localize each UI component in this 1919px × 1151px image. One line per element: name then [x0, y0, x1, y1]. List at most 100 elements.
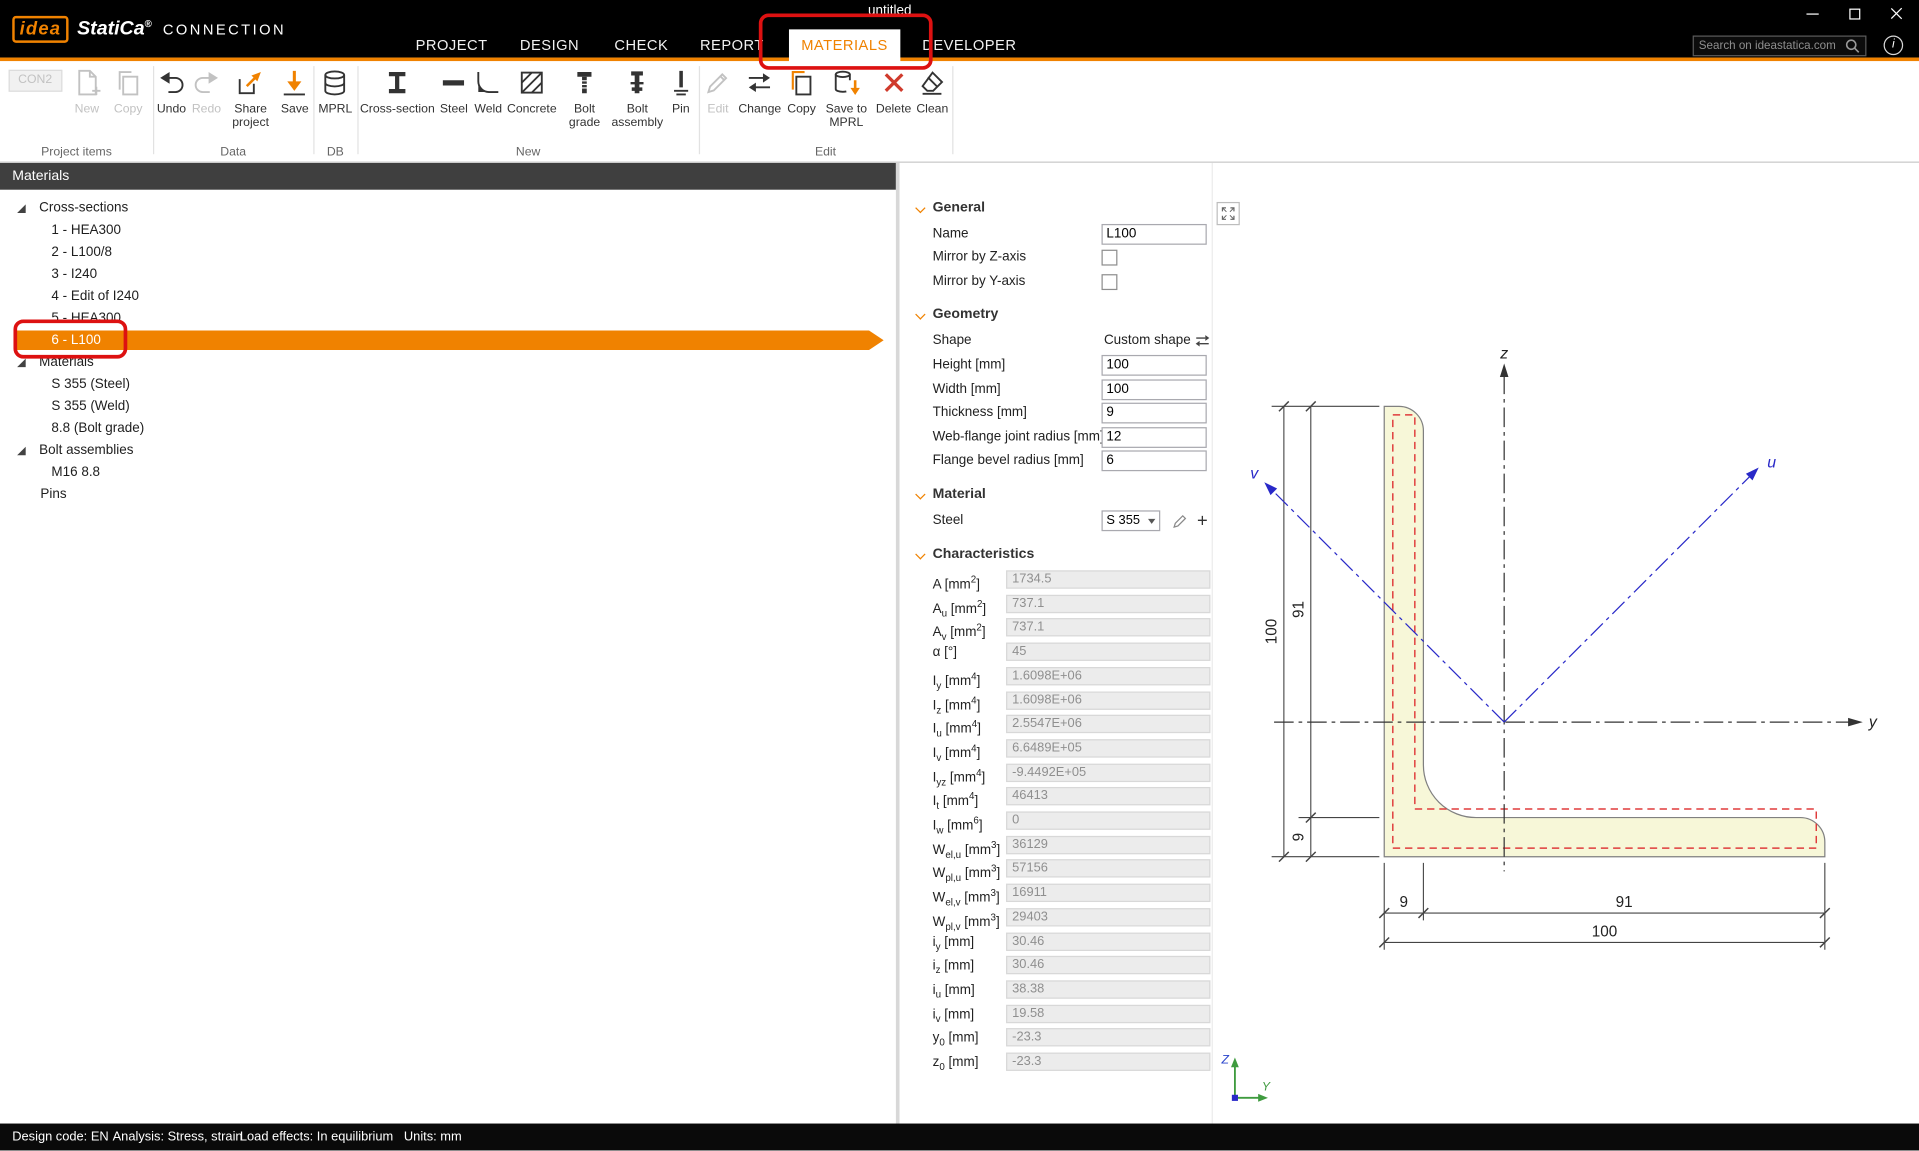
mirror-y-checkbox[interactable]: [1102, 274, 1118, 290]
mprl-button[interactable]: MPRL: [317, 66, 353, 118]
tree-item-label: Bolt assemblies: [39, 443, 133, 458]
section-drawing-canvas[interactable]: 100 91 9 9 91 100 z y u: [1213, 163, 1919, 1124]
tab-project[interactable]: PROJECT: [403, 33, 499, 57]
add-material-icon[interactable]: +: [1197, 510, 1208, 531]
section-header-general[interactable]: General: [900, 199, 1212, 221]
edit-material-icon[interactable]: [1171, 512, 1189, 530]
svg-text:u: u: [1767, 455, 1776, 472]
ribbon-toolbar: CON2NewCopyProject itemsUndoRedoShare pr…: [0, 61, 1919, 163]
bolt-assembly-icon: [622, 67, 653, 101]
ribbon-group-project-items: CON2NewCopyProject items: [0, 61, 153, 161]
tree-item-8-8-bolt-grade[interactable]: 8.8 (Bolt grade): [0, 417, 896, 439]
drawing-area[interactable]: 100 91 9 9 91 100 z y u: [1212, 163, 1919, 1124]
tree-item-m16-8-8[interactable]: M16 8.8: [0, 461, 896, 483]
z-axis: z: [1499, 346, 1508, 872]
web-flange-joint-radius-input[interactable]: 12: [1102, 427, 1207, 448]
char-label-a: A [mm2]: [933, 570, 980, 594]
status-item-load-effects: Load effects: In equilibrium: [240, 1124, 393, 1151]
search-placeholder: Search on ideastatica.com: [1699, 39, 1836, 52]
ribbon-group-label: DB: [313, 146, 357, 159]
close-button[interactable]: [1875, 0, 1917, 27]
change-shape-icon[interactable]: [1193, 333, 1211, 349]
maximize-button[interactable]: [1833, 0, 1875, 27]
save-to-mprl-button[interactable]: Save to MPRL: [821, 66, 872, 132]
char-value-i-y: 1.6098E+06: [1006, 667, 1210, 685]
ribbon-button-label: Save to MPRL: [822, 103, 871, 130]
cross-section-button[interactable]: Cross-section: [359, 66, 436, 118]
search-icon[interactable]: [1844, 38, 1860, 54]
clean-button[interactable]: Clean: [915, 66, 949, 118]
copy-button[interactable]: Copy: [785, 66, 818, 118]
expand-triangle-icon[interactable]: [17, 204, 26, 213]
section-header-characteristics[interactable]: Characteristics: [900, 546, 1212, 568]
expand-triangle-icon[interactable]: [17, 446, 26, 455]
product-name: CONNECTION: [163, 21, 286, 38]
undo-button[interactable]: Undo: [155, 66, 188, 118]
expand-triangle-icon[interactable]: [17, 358, 26, 367]
steel-material-dropdown[interactable]: S 355: [1102, 510, 1161, 531]
char-value-i-v: 19.58: [1006, 1004, 1210, 1022]
ribbon-group-data: UndoRedoShare projectSaveData: [153, 61, 313, 161]
minimize-icon: [1806, 13, 1818, 14]
bolt-grade-button[interactable]: Bolt grade: [559, 66, 610, 132]
svg-text:Y: Y: [1262, 1079, 1271, 1093]
tree-item-2-l100-8[interactable]: 2 - L100/8: [0, 241, 896, 263]
ribbon-group-new: Cross-sectionSteelWeldConcreteBolt grade…: [357, 61, 698, 161]
weld-button[interactable]: Weld: [472, 66, 505, 118]
tree-item-cross-sections[interactable]: Cross-sections: [0, 197, 896, 219]
tab-materials[interactable]: MATERIALS: [789, 29, 900, 64]
web-flange-joint-radius-mm-label: Web-flange joint radius [mm]: [933, 427, 1104, 448]
tree-item-s-355-weld[interactable]: S 355 (Weld): [0, 395, 896, 417]
change-button[interactable]: Change: [737, 66, 782, 118]
help-button[interactable]: i: [1884, 35, 1904, 55]
thickness-input[interactable]: 9: [1102, 403, 1207, 424]
width-input[interactable]: 100: [1102, 379, 1207, 400]
tree-item-1-hea300[interactable]: 1 - HEA300: [0, 219, 896, 241]
char-value-i-t: 46413: [1006, 787, 1210, 805]
pin-button[interactable]: Pin: [664, 66, 697, 118]
minimize-button[interactable]: [1792, 0, 1834, 27]
chevron-down-icon: [915, 549, 925, 559]
tree-item-3-i240[interactable]: 3 - I240: [0, 263, 896, 285]
flange-bevel-radius-input[interactable]: 6: [1102, 451, 1207, 472]
tree-item-pins[interactable]: Pins: [0, 483, 896, 505]
char-label-i-y: iy [mm]: [933, 932, 975, 957]
tree-item-4-edit-of-i240[interactable]: 4 - Edit of I240: [0, 285, 896, 307]
tab-developer[interactable]: DEVELOPER: [910, 33, 1029, 57]
ribbon-button-label: Save: [281, 103, 309, 117]
save-button[interactable]: Save: [278, 66, 311, 118]
copy-project-item-icon: [113, 67, 144, 101]
tree-item-materials[interactable]: Materials: [0, 351, 896, 373]
steel-label: Steel: [933, 510, 964, 531]
char-label-i-z: iz [mm]: [933, 956, 975, 981]
status-item-analysis: Analysis: Stress, strain: [113, 1124, 243, 1151]
copy-project-item-button: Copy: [112, 66, 145, 118]
tab-check[interactable]: CHECK: [602, 33, 680, 57]
delete-button[interactable]: Delete: [875, 66, 913, 118]
tree-item-5-hea300[interactable]: 5 - HEA300: [0, 307, 896, 329]
tree-item-s-355-steel[interactable]: S 355 (Steel): [0, 373, 896, 395]
app-logo: idea StatiCa® CONNECTION: [12, 16, 286, 43]
thickness-mm-label: Thickness [mm]: [933, 403, 1027, 424]
search-input[interactable]: Search on ideastatica.com: [1693, 35, 1867, 56]
mirror-z-checkbox[interactable]: [1102, 250, 1118, 266]
steel-button[interactable]: Steel: [437, 66, 470, 118]
height-input[interactable]: 100: [1102, 355, 1207, 376]
tree-item-6-l100[interactable]: 6 - L100: [0, 329, 896, 351]
tree-item-bolt-assemblies[interactable]: Bolt assemblies: [0, 439, 896, 461]
concrete-button[interactable]: Concrete: [506, 66, 557, 118]
char-value-i-w: 0: [1006, 811, 1210, 829]
selected-item-highlight: [16, 330, 884, 350]
bolt-assembly-button[interactable]: Bolt assembly: [612, 66, 663, 132]
section-header-geometry[interactable]: Geometry: [900, 306, 1212, 328]
section-header-material[interactable]: Material: [900, 486, 1212, 508]
clean-icon: [917, 67, 948, 101]
steel-icon: [439, 67, 470, 101]
name-input[interactable]: L100: [1102, 224, 1207, 245]
char-value-i-u: 38.38: [1006, 980, 1210, 998]
tab-design[interactable]: DESIGN: [508, 33, 592, 57]
width-mm-label: Width [mm]: [933, 379, 1001, 400]
share-project-button[interactable]: Share project: [225, 66, 276, 132]
tab-report[interactable]: REPORT: [688, 33, 776, 57]
name-label: Name: [933, 224, 969, 245]
